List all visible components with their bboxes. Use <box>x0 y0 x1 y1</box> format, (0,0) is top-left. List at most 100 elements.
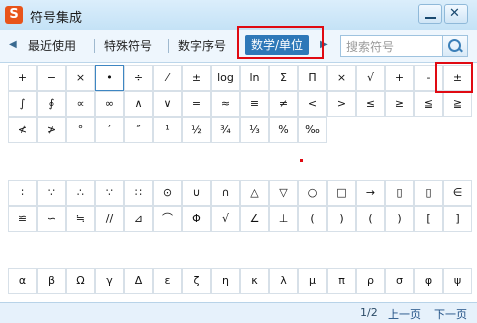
symbol-cell[interactable]: ψ <box>443 268 472 294</box>
symbol-cell[interactable]: ∞ <box>95 91 124 117</box>
symbol-cell[interactable]: β <box>37 268 66 294</box>
tab-divider <box>168 39 169 53</box>
symbol-cell[interactable]: ≒ <box>66 206 95 232</box>
symbol-cell[interactable]: ∽ <box>37 206 66 232</box>
symbol-cell[interactable]: ( <box>298 206 327 232</box>
symbol-cell[interactable]: ⁄ <box>153 65 182 91</box>
symbol-cell[interactable]: [ <box>414 206 443 232</box>
symbol-cell[interactable]: ∴ <box>66 180 95 206</box>
symbol-cell[interactable]: ( <box>356 206 385 232</box>
symbol-cell[interactable]: ⅓ <box>240 117 269 143</box>
symbol-cell[interactable]: ⌒ <box>153 206 182 232</box>
symbol-cell[interactable]: ∵ <box>37 180 66 206</box>
symbol-cell[interactable]: ≯ <box>37 117 66 143</box>
symbol-cell[interactable]: + <box>385 65 414 91</box>
symbol-cell[interactable]: π <box>327 268 356 294</box>
symbol-cell[interactable]: ∮ <box>37 91 66 117</box>
symbol-cell[interactable]: ± <box>182 65 211 91</box>
symbol-cell[interactable]: × <box>327 65 356 91</box>
tab-special-symbols[interactable]: 特殊符号 <box>104 37 152 54</box>
search-button[interactable] <box>442 36 467 56</box>
symbol-cell[interactable]: ∝ <box>66 91 95 117</box>
symbol-cell[interactable]: log <box>211 65 240 91</box>
symbol-cell[interactable]: Σ <box>269 65 298 91</box>
symbol-cell[interactable]: ≥ <box>385 91 414 117</box>
symbol-cell[interactable]: ▽ <box>269 180 298 206</box>
symbol-cell[interactable]: κ <box>240 268 269 294</box>
symbol-cell[interactable]: ½ <box>182 117 211 143</box>
symbol-cell[interactable]: + <box>8 65 37 91</box>
symbol-cell[interactable]: Π <box>298 65 327 91</box>
symbol-cell[interactable]: ∠ <box>240 206 269 232</box>
symbol-cell[interactable]: △ <box>240 180 269 206</box>
symbol-cell[interactable]: ▯ <box>414 180 443 206</box>
symbol-cell[interactable]: ∶ <box>8 180 37 206</box>
symbol-cell[interactable]: < <box>298 91 327 117</box>
symbol-cell[interactable]: ° <box>66 117 95 143</box>
symbol-cell[interactable]: ⊿ <box>124 206 153 232</box>
symbol-cell[interactable]: √ <box>211 206 240 232</box>
symbol-cell[interactable]: ≤ <box>356 91 385 117</box>
tab-recent[interactable]: 最近使用 <box>28 37 76 54</box>
symbol-cell[interactable]: η <box>211 268 240 294</box>
tab-scroll-left-icon[interactable]: ◀ <box>9 39 17 50</box>
symbol-cell[interactable]: ε <box>153 268 182 294</box>
symbol-cell[interactable]: → <box>356 180 385 206</box>
symbol-cell[interactable]: σ <box>385 268 414 294</box>
symbol-cell[interactable]: − <box>37 65 66 91</box>
symbol-cell[interactable]: ] <box>443 206 472 232</box>
symbol-cell[interactable]: ρ <box>356 268 385 294</box>
symbol-cell[interactable]: ≠ <box>269 91 298 117</box>
symbol-cell[interactable]: ○ <box>298 180 327 206</box>
symbol-cell[interactable]: φ <box>414 268 443 294</box>
symbol-cell[interactable]: ∩ <box>211 180 240 206</box>
symbol-cell[interactable]: □ <box>327 180 356 206</box>
minimize-button[interactable] <box>418 4 442 24</box>
symbol-cell[interactable]: ≮ <box>8 117 37 143</box>
symbol-cell[interactable]: // <box>95 206 124 232</box>
symbol-cell[interactable]: ≈ <box>211 91 240 117</box>
symbol-cell[interactable]: α <box>8 268 37 294</box>
symbol-cell[interactable]: × <box>66 65 95 91</box>
symbol-cell[interactable]: Ω <box>66 268 95 294</box>
symbol-cell[interactable]: ∪ <box>182 180 211 206</box>
symbol-cell[interactable]: ) <box>327 206 356 232</box>
symbol-cell[interactable]: ≌ <box>8 206 37 232</box>
close-button[interactable]: ✕ <box>444 4 468 24</box>
symbol-cell[interactable]: μ <box>298 268 327 294</box>
symbol-cell[interactable]: ∨ <box>153 91 182 117</box>
next-page-link[interactable]: 下一页 <box>434 306 467 322</box>
symbol-cell[interactable]: Φ <box>182 206 211 232</box>
symbol-cell[interactable]: ¾ <box>211 117 240 143</box>
symbol-cell[interactable]: ≦ <box>414 91 443 117</box>
symbol-cell[interactable]: ln <box>240 65 269 91</box>
symbol-cell[interactable]: ⊥ <box>269 206 298 232</box>
symbol-cell[interactable]: ζ <box>182 268 211 294</box>
search-input[interactable] <box>344 37 444 57</box>
prev-page-link[interactable]: 上一页 <box>388 306 421 322</box>
symbol-cell[interactable]: = <box>182 91 211 117</box>
symbol-cell[interactable]: > <box>327 91 356 117</box>
symbol-cell[interactable]: ∈ <box>443 180 472 206</box>
symbol-cell[interactable]: ′ <box>95 117 124 143</box>
symbol-cell[interactable]: % <box>269 117 298 143</box>
symbol-cell[interactable]: √ <box>356 65 385 91</box>
symbol-cell[interactable]: λ <box>269 268 298 294</box>
symbol-cell[interactable]: ⊙ <box>153 180 182 206</box>
symbol-cell[interactable]: ″ <box>124 117 153 143</box>
tab-number-sequence[interactable]: 数字序号 <box>178 37 226 54</box>
symbol-cell[interactable]: • <box>95 65 124 91</box>
symbol-cell[interactable]: ÷ <box>124 65 153 91</box>
symbol-cell[interactable]: ‰ <box>298 117 327 143</box>
symbol-cell[interactable]: ▯ <box>385 180 414 206</box>
symbol-cell[interactable]: ∧ <box>124 91 153 117</box>
symbol-cell[interactable]: γ <box>95 268 124 294</box>
symbol-cell[interactable]: ) <box>385 206 414 232</box>
symbol-cell[interactable]: ∷ <box>124 180 153 206</box>
symbol-cell[interactable]: ¹ <box>153 117 182 143</box>
symbol-cell[interactable]: ≡ <box>240 91 269 117</box>
symbol-cell[interactable]: ∫ <box>8 91 37 117</box>
symbol-cell[interactable]: ∵ <box>95 180 124 206</box>
symbol-cell[interactable]: Δ <box>124 268 153 294</box>
symbol-cell[interactable]: ≧ <box>443 91 472 117</box>
